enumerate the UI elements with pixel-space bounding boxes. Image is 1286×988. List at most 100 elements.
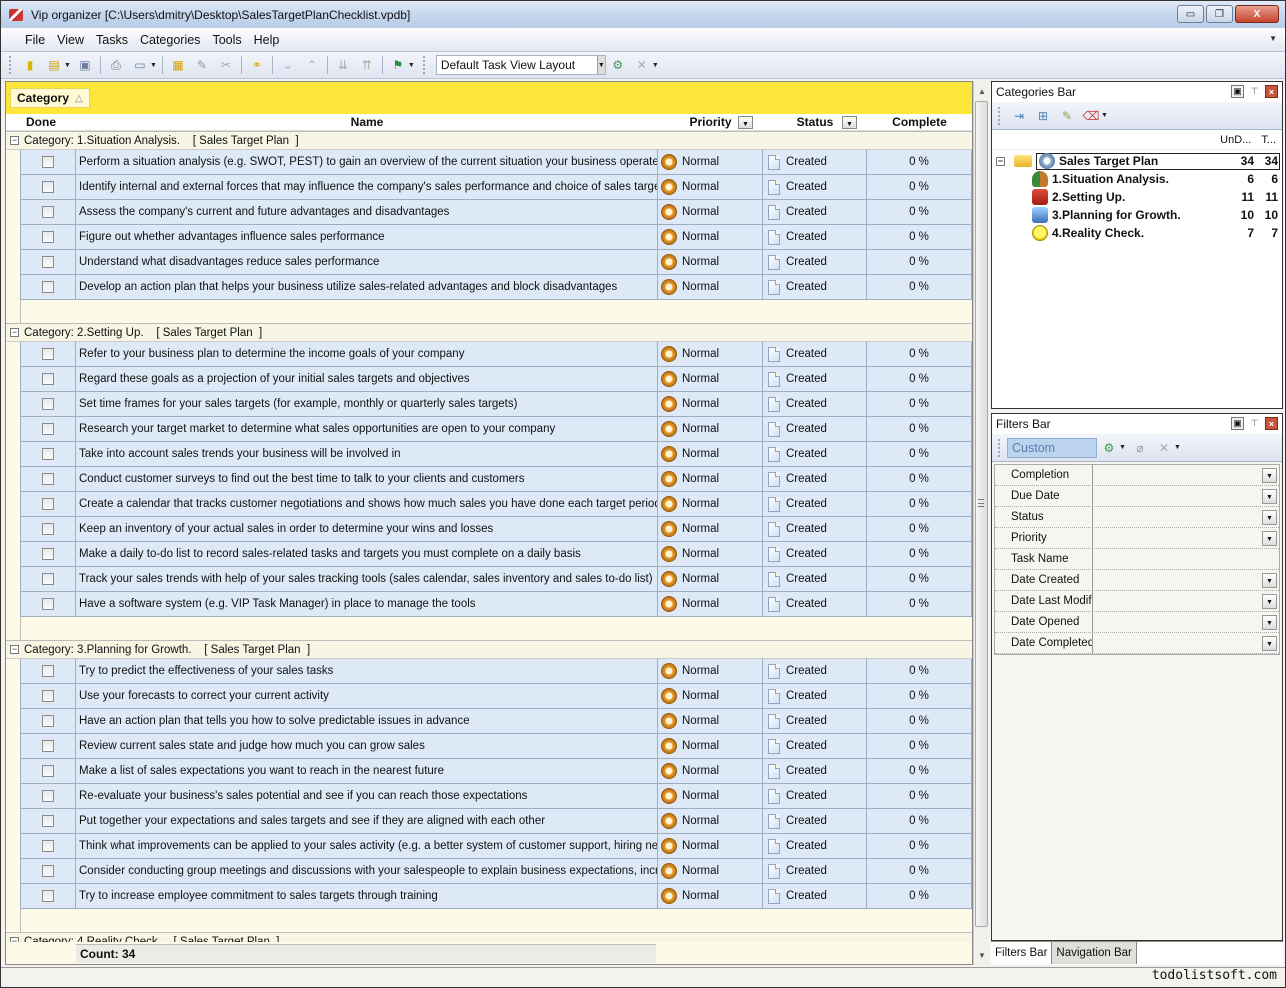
- filter-dropdown-icon[interactable]: ▼: [1262, 510, 1277, 525]
- priority-cell[interactable]: Normal: [658, 175, 763, 199]
- status-cell[interactable]: Created: [763, 834, 867, 858]
- database-icon[interactable]: ▮: [22, 57, 38, 73]
- priority-cell[interactable]: Normal: [658, 225, 763, 249]
- new-task-icon[interactable]: ▦: [170, 57, 186, 73]
- status-filter-icon[interactable]: ▼: [842, 116, 857, 129]
- status-cell[interactable]: Created: [763, 684, 867, 708]
- status-cell[interactable]: Created: [763, 784, 867, 808]
- status-cell[interactable]: Created: [763, 734, 867, 758]
- status-cell[interactable]: Created: [763, 275, 867, 299]
- column-header-priority[interactable]: Priority ▼: [658, 114, 763, 130]
- filter-dropdown-icon[interactable]: ▼: [1262, 573, 1277, 588]
- task-name-cell[interactable]: Figure out whether advantages influence …: [76, 225, 658, 249]
- print-icon[interactable]: ⎙: [108, 57, 124, 73]
- tree-item[interactable]: 1.Situation Analysis. 6 6: [1032, 170, 1282, 188]
- task-name-cell[interactable]: Consider conducting group meetings and d…: [76, 859, 658, 883]
- priority-cell[interactable]: Normal: [658, 567, 763, 591]
- menu-tools[interactable]: Tools: [206, 33, 247, 47]
- save-icon[interactable]: ▣: [77, 57, 93, 73]
- task-name-cell[interactable]: Make a daily to-do list to record sales-…: [76, 542, 658, 566]
- flag-icon[interactable]: ⚑: [390, 57, 406, 73]
- complete-cell[interactable]: 0 %: [867, 200, 972, 224]
- open-icon[interactable]: ▤: [46, 57, 62, 73]
- priority-cell[interactable]: Normal: [658, 250, 763, 274]
- complete-cell[interactable]: 0 %: [867, 467, 972, 491]
- column-header-complete[interactable]: Complete: [867, 114, 972, 130]
- task-name-cell[interactable]: Keep an inventory of your actual sales i…: [76, 517, 658, 541]
- status-cell[interactable]: Created: [763, 342, 867, 366]
- priority-cell[interactable]: Normal: [658, 684, 763, 708]
- complete-cell[interactable]: 0 %: [867, 275, 972, 299]
- panel-close-icon[interactable]: ×: [1265, 417, 1278, 430]
- task-name-cell[interactable]: Conduct customer surveys to find out the…: [76, 467, 658, 491]
- task-name-cell[interactable]: Regard these goals as a projection of yo…: [76, 367, 658, 391]
- filter-dropdown-icon[interactable]: ▼: [1262, 636, 1277, 651]
- filter-value-field[interactable]: ▼: [1093, 570, 1279, 590]
- complete-cell[interactable]: 0 %: [867, 684, 972, 708]
- table-row[interactable]: Regard these goals as a projection of yo…: [20, 367, 972, 392]
- table-row[interactable]: Track your sales trends with help of you…: [20, 567, 972, 592]
- status-cell[interactable]: Created: [763, 250, 867, 274]
- move-up-icon[interactable]: ⌃: [304, 57, 320, 73]
- done-checkbox[interactable]: [42, 423, 54, 435]
- table-row[interactable]: Use your forecasts to correct your curre…: [20, 684, 972, 709]
- table-row[interactable]: Make a daily to-do list to record sales-…: [20, 542, 972, 567]
- task-name-cell[interactable]: Take into account sales trends your busi…: [76, 442, 658, 466]
- delete-icon[interactable]: ✂: [218, 57, 234, 73]
- task-name-cell[interactable]: Develop an action plan that helps your b…: [76, 275, 658, 299]
- done-checkbox[interactable]: [42, 156, 54, 168]
- toolbar-grip[interactable]: [9, 56, 12, 74]
- table-row[interactable]: Review current sales state and judge how…: [20, 734, 972, 759]
- complete-cell[interactable]: 0 %: [867, 175, 972, 199]
- complete-cell[interactable]: 0 %: [867, 392, 972, 416]
- done-checkbox[interactable]: [42, 373, 54, 385]
- table-row[interactable]: Try to predict the effectiveness of your…: [20, 659, 972, 684]
- move-bottom-icon[interactable]: ⇊: [335, 57, 351, 73]
- table-row[interactable]: Conduct customer surveys to find out the…: [20, 467, 972, 492]
- complete-cell[interactable]: 0 %: [867, 834, 972, 858]
- done-checkbox[interactable]: [42, 281, 54, 293]
- column-header-name[interactable]: Name: [76, 114, 658, 130]
- status-cell[interactable]: Created: [763, 542, 867, 566]
- table-row[interactable]: Make a list of sales expectations you wa…: [20, 759, 972, 784]
- done-checkbox[interactable]: [42, 498, 54, 510]
- complete-cell[interactable]: 0 %: [867, 734, 972, 758]
- done-checkbox[interactable]: [42, 348, 54, 360]
- status-cell[interactable]: Created: [763, 884, 867, 908]
- tree-item[interactable]: 2.Setting Up. 11 11: [1032, 188, 1282, 206]
- complete-cell[interactable]: 0 %: [867, 592, 972, 616]
- table-row[interactable]: Assess the company's current and future …: [20, 200, 972, 225]
- menu-categories[interactable]: Categories: [134, 33, 206, 47]
- scrollbar-thumb[interactable]: [975, 101, 988, 927]
- done-checkbox[interactable]: [42, 206, 54, 218]
- status-cell[interactable]: Created: [763, 659, 867, 683]
- edit-category-icon[interactable]: ✎: [1059, 108, 1075, 124]
- complete-cell[interactable]: 0 %: [867, 809, 972, 833]
- done-checkbox[interactable]: [42, 815, 54, 827]
- priority-cell[interactable]: Normal: [658, 809, 763, 833]
- priority-cell[interactable]: Normal: [658, 759, 763, 783]
- filter-dropdown-icon[interactable]: ▼: [1262, 594, 1277, 609]
- flag-dropdown-icon[interactable]: ▼: [408, 62, 415, 69]
- collapse-icon[interactable]: −: [10, 645, 19, 654]
- done-checkbox[interactable]: [42, 448, 54, 460]
- table-row[interactable]: Think what improvements can be applied t…: [20, 834, 972, 859]
- minimize-button[interactable]: ▭: [1177, 5, 1204, 23]
- table-row[interactable]: Perform a situation analysis (e.g. SWOT,…: [20, 150, 972, 175]
- print-dropdown-icon[interactable]: ▼: [150, 62, 157, 69]
- complete-cell[interactable]: 0 %: [867, 759, 972, 783]
- menu-overflow-icon[interactable]: ▼: [1269, 34, 1277, 43]
- complete-cell[interactable]: 0 %: [867, 417, 972, 441]
- grid-vertical-scrollbar[interactable]: ▲ ▼: [973, 81, 989, 965]
- remove-layout-icon[interactable]: ✕: [634, 57, 650, 73]
- priority-cell[interactable]: Normal: [658, 467, 763, 491]
- pin-icon[interactable]: ⊤: [1248, 417, 1261, 430]
- filter-value-field[interactable]: ▼: [1093, 633, 1279, 653]
- table-row[interactable]: Have a software system (e.g. VIP Task Ma…: [20, 592, 972, 617]
- complete-cell[interactable]: 0 %: [867, 492, 972, 516]
- done-checkbox[interactable]: [42, 181, 54, 193]
- task-name-cell[interactable]: Understand what disadvantages reduce sal…: [76, 250, 658, 274]
- filter-value-field[interactable]: ▼: [1093, 612, 1279, 632]
- table-row[interactable]: Identify internal and external forces th…: [20, 175, 972, 200]
- collapse-icon[interactable]: −: [10, 328, 19, 337]
